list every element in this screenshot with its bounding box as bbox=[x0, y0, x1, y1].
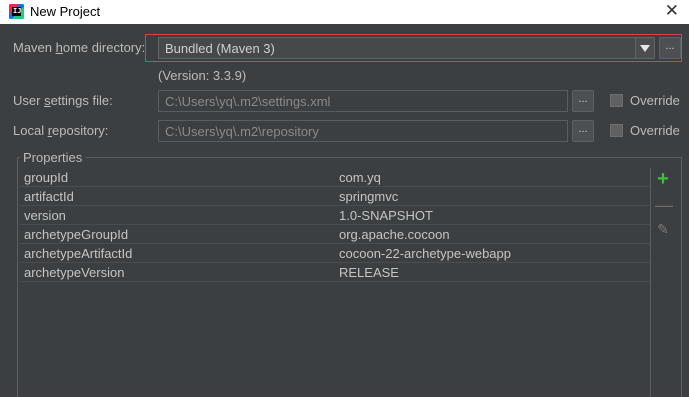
local-repository-field[interactable]: C:\Users\yq\.m2\repository bbox=[158, 120, 568, 142]
properties-legend: Properties bbox=[20, 150, 86, 165]
intellij-app-icon: IJ bbox=[9, 4, 24, 19]
table-row[interactable]: artifactId springmvc bbox=[19, 187, 650, 206]
title-bar: IJ New Project ✕ bbox=[0, 0, 689, 24]
property-value[interactable]: cocoon-22-archetype-webapp bbox=[339, 246, 511, 261]
table-row[interactable]: groupId com.yq bbox=[19, 168, 650, 187]
property-value[interactable]: springmvc bbox=[339, 189, 398, 204]
property-value[interactable]: com.yq bbox=[339, 170, 381, 185]
table-row[interactable]: archetypeArtifactId cocoon-22-archetype-w… bbox=[19, 244, 650, 263]
local-repository-override-checkbox[interactable] bbox=[610, 124, 623, 137]
user-settings-value: C:\Users\yq\.m2\settings.xml bbox=[165, 94, 331, 109]
maven-home-browse-button[interactable]: ... bbox=[659, 37, 681, 59]
maven-home-value: Bundled (Maven 3) bbox=[165, 41, 275, 56]
table-row[interactable]: archetypeGroupId org.apache.cocoon bbox=[19, 225, 650, 244]
local-repository-browse-button[interactable]: ... bbox=[572, 120, 594, 142]
maven-home-label: Maven home directory: bbox=[13, 40, 146, 55]
window-title: New Project bbox=[30, 4, 101, 19]
user-settings-override-checkbox[interactable] bbox=[610, 94, 623, 107]
table-row[interactable]: archetypeVersion RELEASE bbox=[19, 263, 650, 282]
user-settings-field[interactable]: C:\Users\yq\.m2\settings.xml bbox=[158, 90, 568, 112]
property-value[interactable]: 1.0-SNAPSHOT bbox=[339, 208, 433, 223]
properties-table[interactable]: groupId com.yq artifactId springmvc versio… bbox=[19, 168, 651, 397]
property-key: archetypeGroupId bbox=[24, 227, 129, 242]
chevron-down-icon[interactable] bbox=[635, 38, 654, 58]
close-icon[interactable]: ✕ bbox=[665, 1, 679, 21]
maven-version-text: (Version: 3.3.9) bbox=[158, 68, 247, 83]
add-property-icon[interactable]: + bbox=[655, 169, 671, 189]
property-value[interactable]: org.apache.cocoon bbox=[339, 227, 450, 242]
property-value[interactable]: RELEASE bbox=[339, 265, 399, 280]
local-repository-value: C:\Users\yq\.m2\repository bbox=[165, 124, 319, 139]
remove-property-icon[interactable]: — bbox=[655, 196, 673, 214]
property-key: archetypeArtifactId bbox=[24, 246, 133, 261]
table-row[interactable]: version 1.0-SNAPSHOT bbox=[19, 206, 650, 225]
property-key: archetypeVersion bbox=[24, 265, 125, 280]
edit-property-icon[interactable]: ✎ bbox=[655, 221, 671, 237]
user-settings-browse-button[interactable]: ... bbox=[572, 90, 594, 112]
property-key: version bbox=[24, 208, 66, 223]
user-settings-label: User settings file: bbox=[13, 93, 113, 108]
user-settings-override-label[interactable]: Override bbox=[630, 93, 680, 108]
property-key: artifactId bbox=[24, 189, 74, 204]
property-key: groupId bbox=[24, 170, 69, 185]
local-repository-override-label[interactable]: Override bbox=[630, 123, 680, 138]
maven-home-select[interactable]: Bundled (Maven 3) bbox=[158, 37, 655, 59]
local-repository-label: Local repository: bbox=[13, 123, 109, 138]
